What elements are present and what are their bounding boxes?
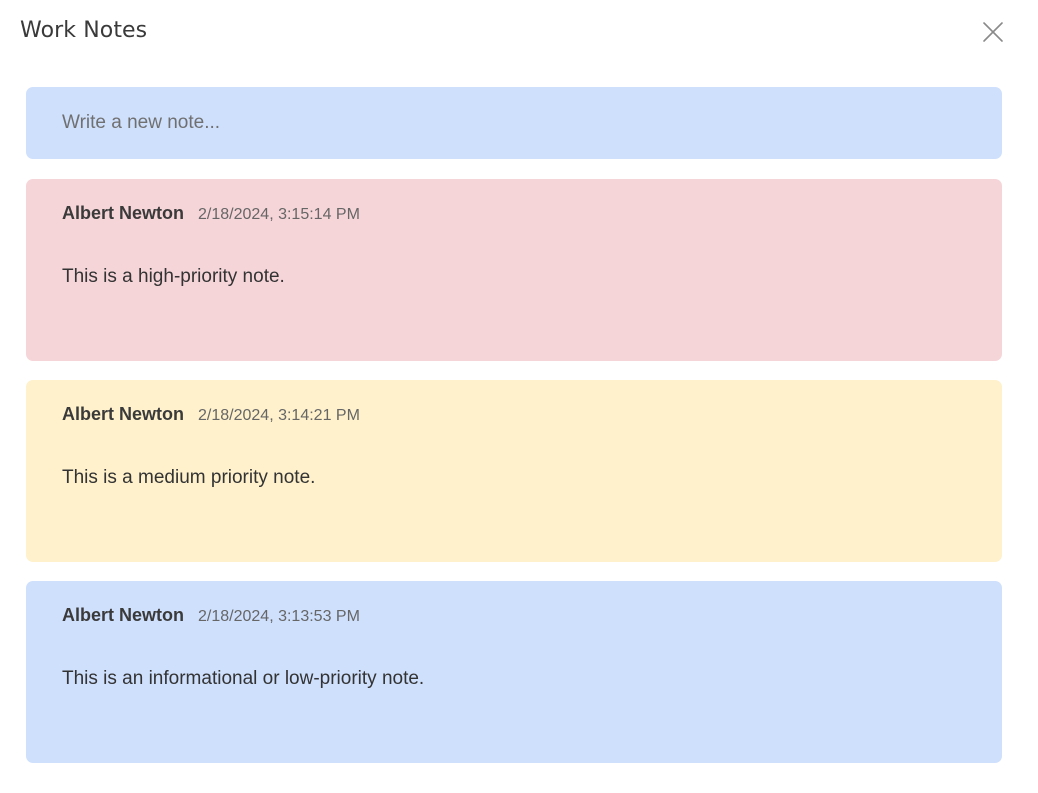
- note-header: Albert Newton 2/18/2024, 3:13:53 PM: [62, 605, 966, 626]
- dialog-title: Work Notes: [20, 18, 148, 43]
- note-timestamp: 2/18/2024, 3:15:14 PM: [198, 206, 360, 223]
- note-text: This is a high-priority note.: [62, 266, 285, 287]
- note-card-high-priority: Albert Newton 2/18/2024, 3:15:14 PM This…: [26, 179, 1002, 361]
- note-card-medium-priority: Albert Newton 2/18/2024, 3:14:21 PM This…: [26, 380, 1002, 562]
- new-note-input[interactable]: [26, 87, 1002, 159]
- close-icon: [983, 22, 1003, 42]
- note-timestamp: 2/18/2024, 3:13:53 PM: [198, 608, 360, 625]
- note-author: Albert Newton: [62, 605, 185, 625]
- note-card-low-priority: Albert Newton 2/18/2024, 3:13:53 PM This…: [26, 581, 1002, 763]
- note-author: Albert Newton: [62, 404, 185, 424]
- note-author: Albert Newton: [62, 203, 185, 223]
- note-text: This is a medium priority note.: [62, 467, 316, 488]
- note-header: Albert Newton 2/18/2024, 3:15:14 PM: [62, 203, 966, 224]
- close-button[interactable]: [979, 18, 1007, 46]
- note-text: This is an informational or low-priority…: [62, 668, 425, 689]
- note-timestamp: 2/18/2024, 3:14:21 PM: [198, 407, 360, 424]
- note-header: Albert Newton 2/18/2024, 3:14:21 PM: [62, 404, 966, 425]
